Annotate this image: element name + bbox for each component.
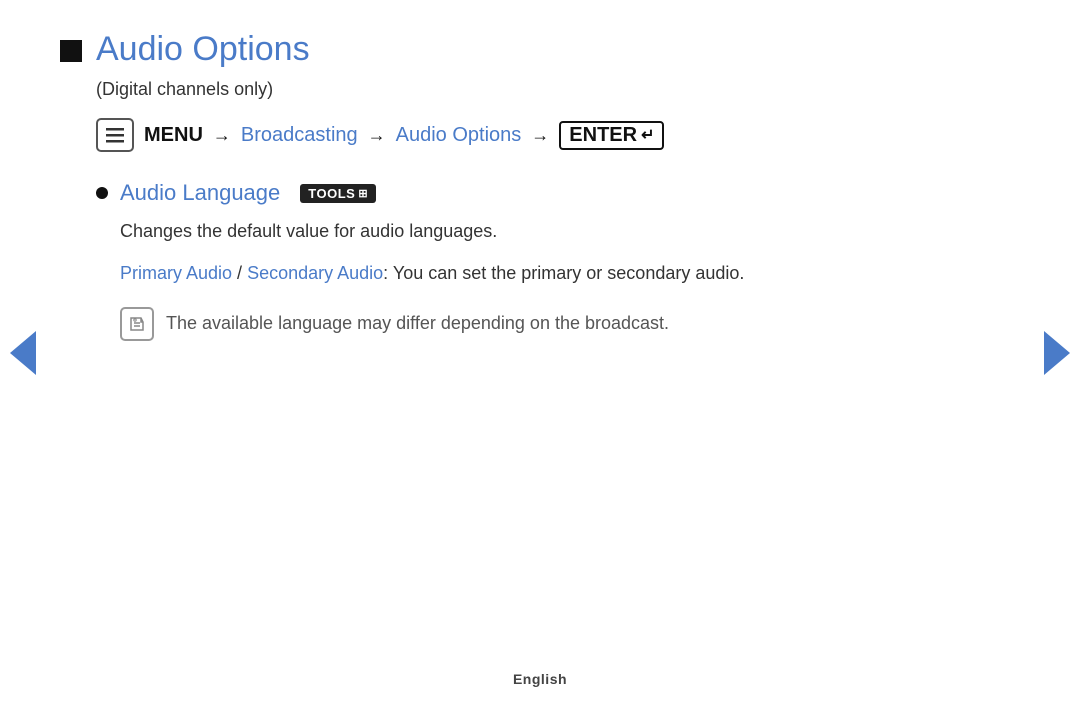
secondary-audio-link: Secondary Audio <box>247 263 383 283</box>
primary-audio-link: Primary Audio <box>120 263 232 283</box>
tools-badge: TOOLS ⊞ <box>300 184 376 203</box>
prev-arrow-button[interactable] <box>10 331 36 375</box>
bullet-section: Audio Language TOOLS ⊞ Changes the defau… <box>96 180 1020 341</box>
note-row: The available language may differ depend… <box>120 306 1020 341</box>
description-text: Changes the default value for audio lang… <box>120 218 1020 245</box>
enter-label: ENTER <box>569 124 637 147</box>
primary-secondary-row: Primary Audio / Secondary Audio: You can… <box>120 259 1020 288</box>
arrow-2: → <box>368 125 386 146</box>
page-container: Audio Options (Digital channels only) ME… <box>0 0 1080 705</box>
subtitle: (Digital channels only) <box>96 79 1020 100</box>
tools-label: TOOLS <box>308 186 355 201</box>
slash: / <box>232 263 247 283</box>
breadcrumb: MENU → Broadcasting → Audio Options → EN… <box>96 118 1020 152</box>
body-text: : You can set the primary or secondary a… <box>383 263 744 283</box>
next-arrow-button[interactable] <box>1044 331 1070 375</box>
page-title: Audio Options <box>96 30 310 69</box>
note-icon <box>120 307 154 341</box>
enter-icon: ↵ <box>641 125 654 145</box>
menu-icon <box>96 118 134 152</box>
menu-label: MENU <box>144 124 203 147</box>
title-row: Audio Options <box>60 30 1020 69</box>
note-text: The available language may differ depend… <box>166 306 669 337</box>
bullet-dot-icon <box>96 187 108 199</box>
breadcrumb-audio-options: Audio Options <box>396 124 522 147</box>
footer-language: English <box>513 671 567 687</box>
enter-badge: ENTER ↵ <box>559 121 664 150</box>
bullet-title-row: Audio Language TOOLS ⊞ <box>96 180 1020 206</box>
tools-small-icon: ⊞ <box>358 187 368 200</box>
arrow-3: → <box>531 125 549 146</box>
title-square-icon <box>60 40 82 62</box>
arrow-1: → <box>213 125 231 146</box>
breadcrumb-broadcasting: Broadcasting <box>241 124 358 147</box>
audio-language-label: Audio Language <box>120 180 280 206</box>
